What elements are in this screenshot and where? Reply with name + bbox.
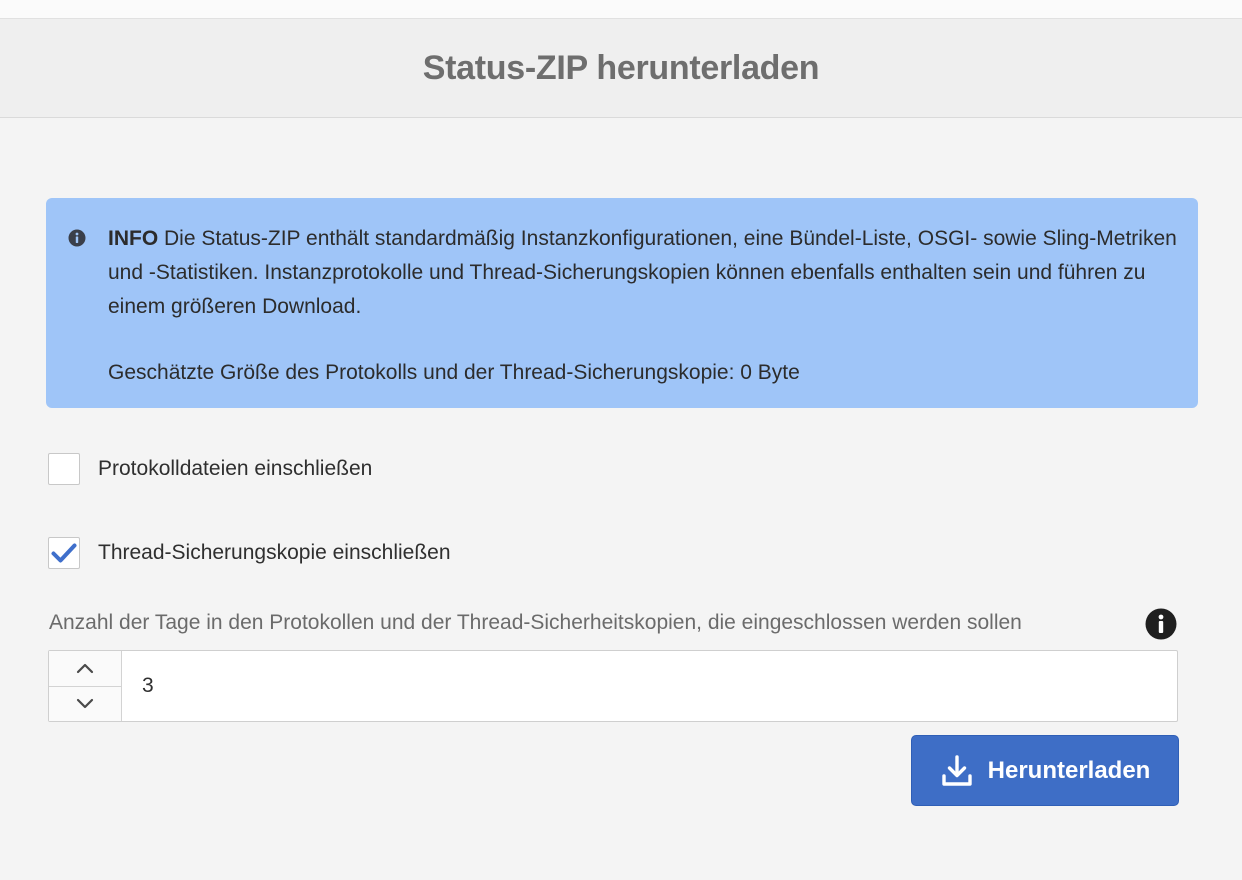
download-label[interactable]: Herunterladen (988, 757, 1151, 785)
info-size-estimate: Geschätzte Größe des Protokolls und der … (108, 361, 800, 384)
info-message: Die Status-ZIP enthält standardmäßig Ins… (108, 227, 1177, 318)
days-number-field (48, 650, 1178, 722)
increment-button[interactable] (49, 651, 121, 687)
include-logs-checkbox[interactable] (48, 453, 80, 485)
download-button[interactable]: Herunterladen (911, 735, 1179, 806)
days-field-label: Anzahl der Tage in den Protokollen und d… (49, 611, 1022, 634)
chevron-up-icon (76, 664, 94, 674)
include-logs-label[interactable]: Protokolldateien einschließen (98, 457, 372, 481)
dialog-title: Status-ZIP herunterladen (422, 48, 820, 87)
info-label: INFO (108, 227, 159, 250)
top-bar (0, 0, 1242, 19)
dialog-header: Status-ZIP herunterladen (0, 19, 1242, 118)
chevron-down-icon (76, 698, 94, 708)
include-thread-dump-option[interactable]: Thread-Sicherungskopie einschließen (48, 537, 451, 569)
include-thread-dump-checkbox[interactable] (48, 537, 80, 569)
checkmark-icon (51, 543, 77, 563)
include-logs-option[interactable]: Protokolldateien einschließen (48, 453, 372, 485)
days-input[interactable] (122, 651, 1177, 721)
info-message-block: INFO Die Status-ZIP enthält standardmäßi… (108, 222, 1178, 324)
include-thread-dump-label[interactable]: Thread-Sicherungskopie einschließen (98, 541, 451, 565)
decrement-button[interactable] (49, 687, 121, 722)
download-icon (941, 754, 972, 786)
info-circle-icon (68, 229, 86, 247)
days-stepper (49, 651, 122, 721)
info-circle-icon[interactable] (1145, 608, 1177, 640)
